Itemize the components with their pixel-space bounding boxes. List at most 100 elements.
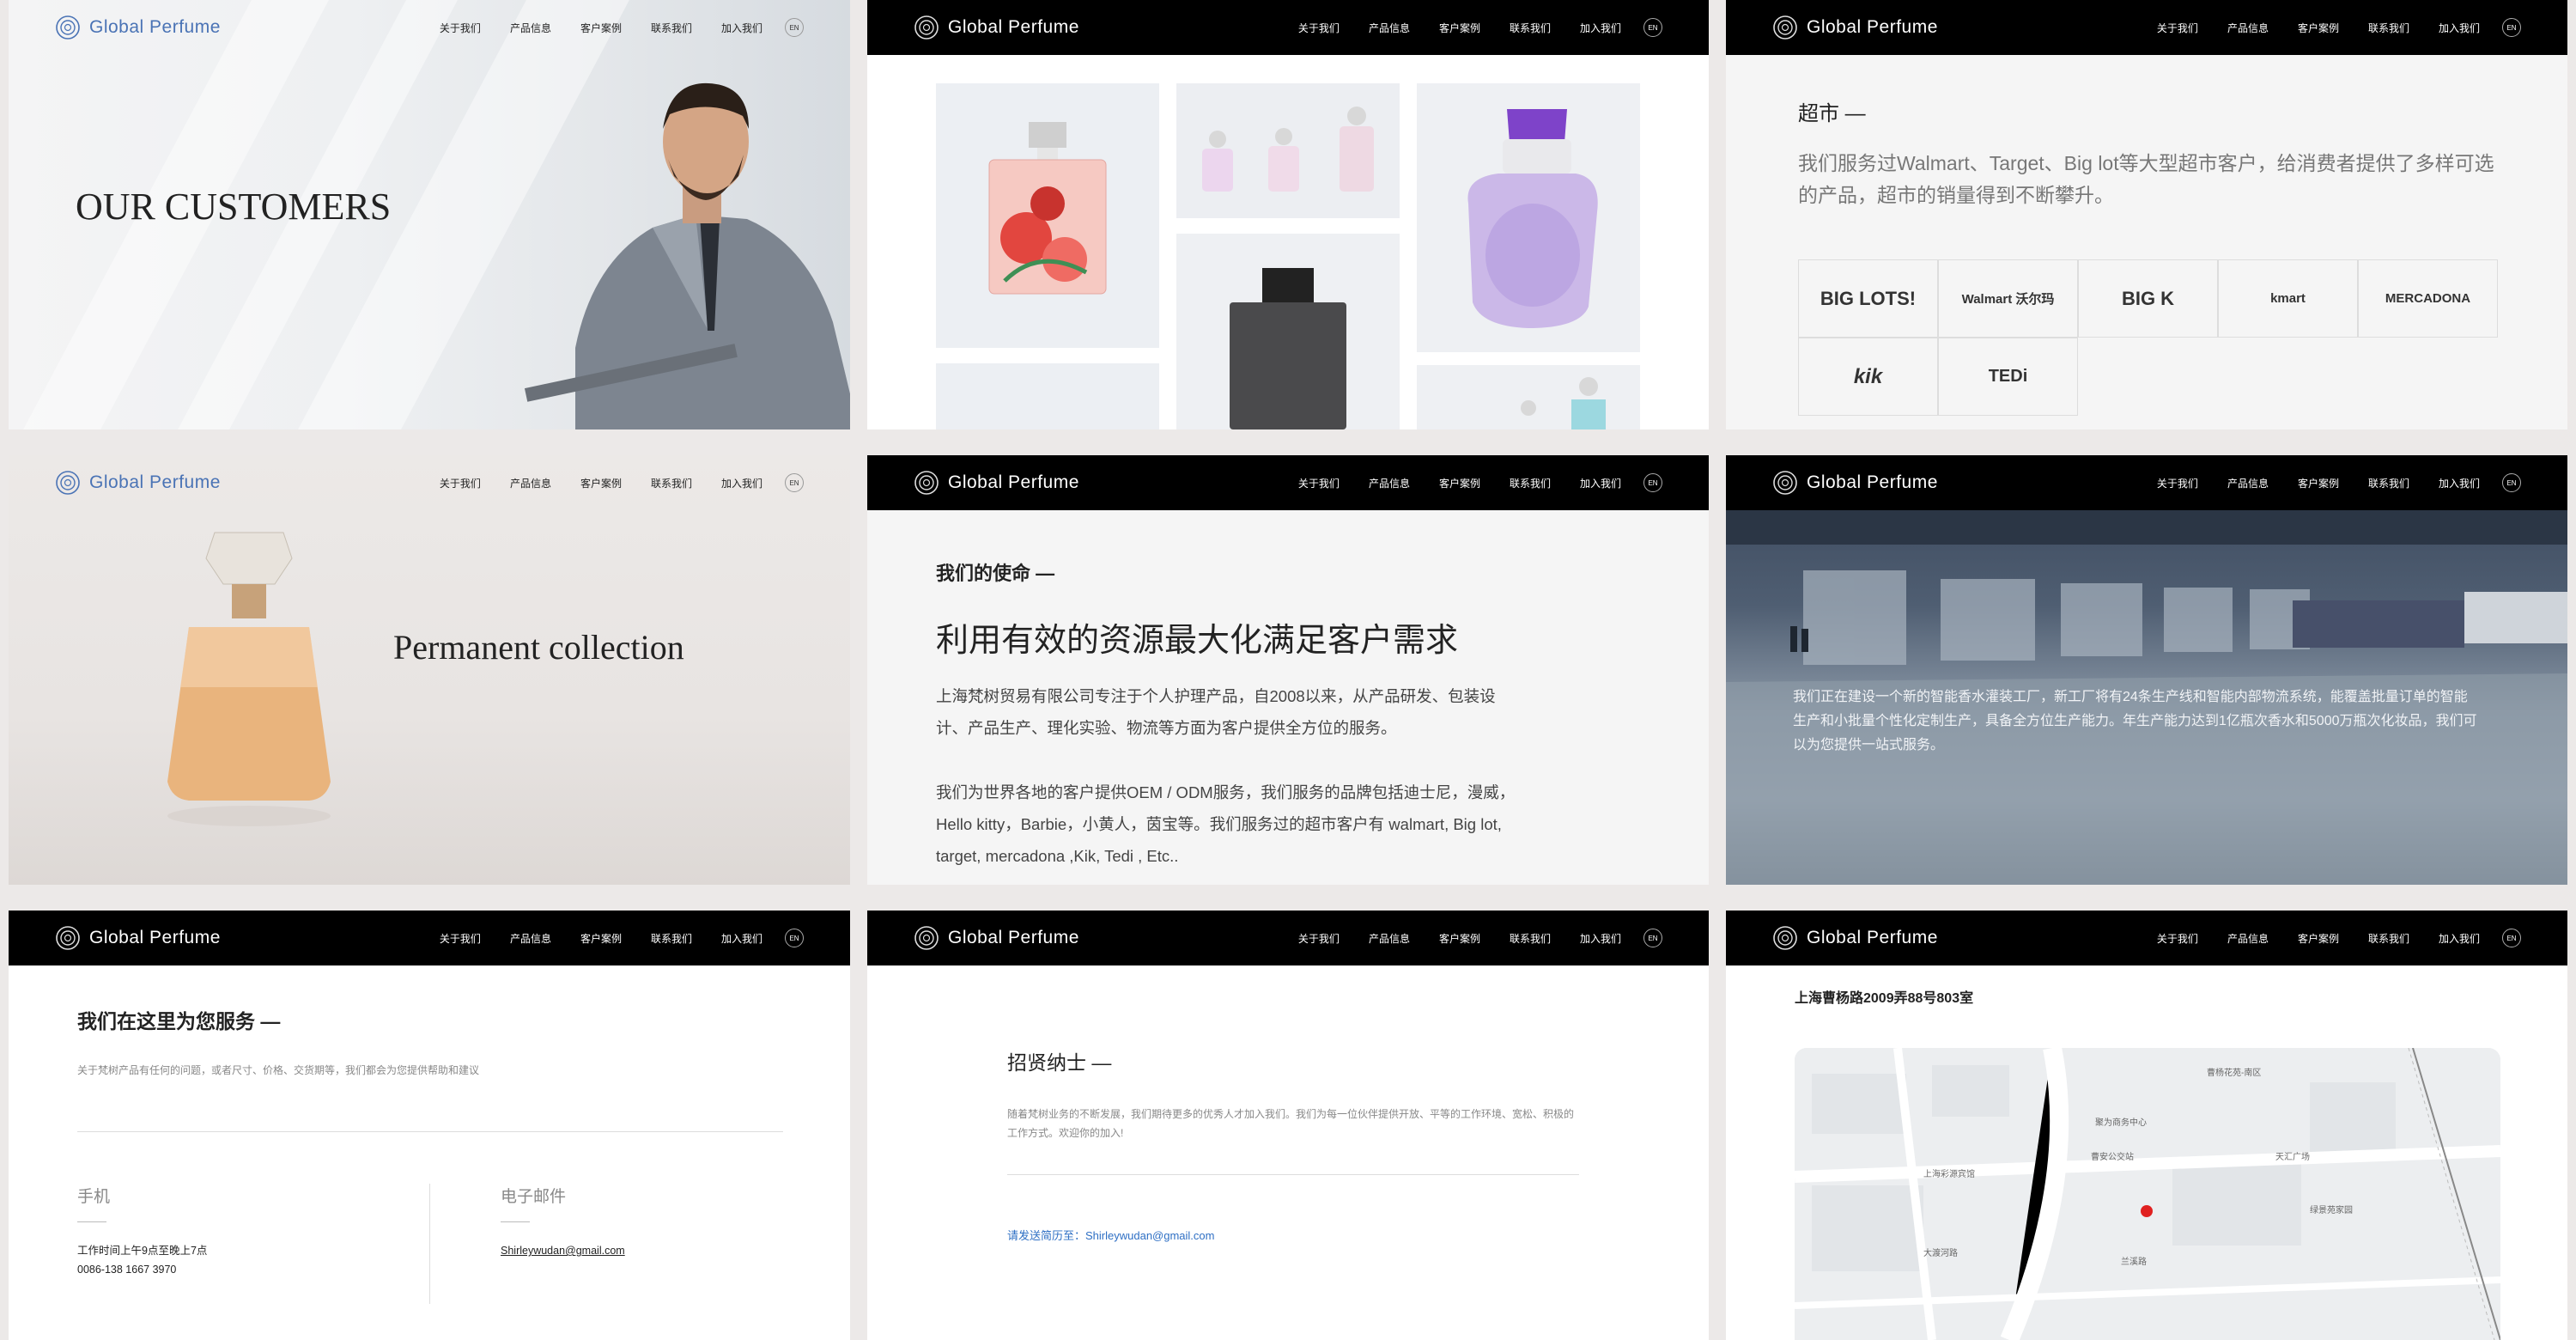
language-toggle[interactable]: EN (785, 473, 804, 492)
map-roads (1795, 1048, 2500, 1340)
nav-contact[interactable]: 联系我们 (1510, 476, 1551, 490)
panel-warehouse: Global Perfume 关于我们 产品信息 客户案例 联系我们 加入我们 … (1726, 455, 2567, 885)
product-tile-partial-blue[interactable] (1417, 365, 1640, 429)
nav-products[interactable]: 产品信息 (1369, 476, 1410, 490)
logo[interactable]: Global Perfume (55, 925, 221, 951)
logo-walmart: Walmart 沃尔玛 (1938, 259, 2078, 338)
logo-mercadona: MERCADONA (2358, 259, 2498, 338)
product-tile-purple-bottle[interactable] (1417, 83, 1640, 352)
nav-about[interactable]: 关于我们 (440, 931, 481, 946)
logo[interactable]: Global Perfume (55, 470, 221, 496)
nav-cases[interactable]: 客户案例 (2298, 476, 2339, 490)
product-tile-small-bottles[interactable] (1176, 83, 1400, 218)
nav-join[interactable]: 加入我们 (2439, 931, 2480, 946)
logo[interactable]: Global Perfume (914, 925, 1079, 951)
phone-number[interactable]: 0086-138 1667 3970 (77, 1260, 176, 1279)
language-toggle[interactable]: EN (2502, 473, 2521, 492)
nav-contact[interactable]: 联系我们 (1510, 21, 1551, 35)
nav-about[interactable]: 关于我们 (1298, 21, 1340, 35)
location-map[interactable]: 曹杨花苑-南区 聚为商务中心 天汇广场 绿景苑家园 上海彩源宾馆 曹安公交站 大… (1795, 1048, 2500, 1340)
brand-name: Global Perfume (89, 928, 221, 947)
nav-cases[interactable]: 客户案例 (580, 21, 622, 35)
language-toggle[interactable]: EN (1643, 473, 1662, 492)
product-tile-black-bottle[interactable] (1176, 234, 1400, 429)
logo[interactable]: Global Perfume (1772, 15, 1938, 40)
site-nav: Global Perfume 关于我们 产品信息 客户案例 联系我们 加入我们 … (1726, 911, 2567, 965)
nav-about[interactable]: 关于我们 (2157, 476, 2198, 490)
nav-about[interactable]: 关于我们 (2157, 931, 2198, 946)
nav-products[interactable]: 产品信息 (2227, 931, 2269, 946)
logo-spiral-icon (56, 471, 80, 495)
logo-kik: kik (1798, 338, 1938, 416)
nav-about[interactable]: 关于我们 (440, 21, 481, 35)
nav-cases[interactable]: 客户案例 (2298, 21, 2339, 35)
resume-email-link[interactable]: 请发送简历至：Shirleywudan@gmail.com (1007, 1227, 1214, 1243)
businessman-photo (524, 82, 850, 429)
language-toggle[interactable]: EN (1643, 929, 1662, 947)
nav-products[interactable]: 产品信息 (2227, 476, 2269, 490)
location-marker-icon[interactable] (2141, 1205, 2153, 1217)
phone-label: 手机 (77, 1188, 111, 1206)
panel-permanent-collection: Global Perfume 关于我们 产品信息 客户案例 联系我们 加入我们 … (9, 455, 850, 885)
nav-join[interactable]: 加入我们 (721, 476, 762, 490)
nav-products[interactable]: 产品信息 (1369, 931, 1410, 946)
nav-products[interactable]: 产品信息 (510, 931, 551, 946)
nav-contact[interactable]: 联系我们 (2368, 476, 2409, 490)
nav-join[interactable]: 加入我们 (721, 21, 762, 35)
nav-cases[interactable]: 客户案例 (1439, 476, 1480, 490)
nav-cases[interactable]: 客户案例 (1439, 21, 1480, 35)
language-toggle[interactable]: EN (1643, 18, 1662, 37)
email-link[interactable]: Shirleywudan@gmail.com (501, 1241, 625, 1260)
language-toggle[interactable]: EN (785, 929, 804, 947)
logo[interactable]: Global Perfume (55, 15, 221, 40)
product-tile-partial[interactable] (936, 363, 1159, 429)
nav-about[interactable]: 关于我们 (1298, 931, 1340, 946)
nav-join[interactable]: 加入我们 (2439, 21, 2480, 35)
nav-about[interactable]: 关于我们 (1298, 476, 1340, 490)
logo-spiral-icon (914, 15, 939, 40)
map-label: 聚为商务中心 (2095, 1118, 2147, 1128)
nav-products[interactable]: 产品信息 (510, 476, 551, 490)
logo[interactable]: Global Perfume (1772, 470, 1938, 496)
logo-spiral-icon (1773, 15, 1797, 40)
logo[interactable]: Global Perfume (914, 470, 1079, 496)
logo[interactable]: Global Perfume (1772, 925, 1938, 951)
language-toggle[interactable]: EN (2502, 929, 2521, 947)
nav-join[interactable]: 加入我们 (1580, 931, 1621, 946)
language-toggle[interactable]: EN (785, 18, 804, 37)
logo-spiral-icon (914, 471, 939, 495)
nav-join[interactable]: 加入我们 (1580, 476, 1621, 490)
recruitment-heading: 招贤纳士 — (1007, 1051, 1112, 1074)
map-label: 大渡河路 (1923, 1249, 1958, 1258)
nav-join[interactable]: 加入我们 (2439, 476, 2480, 490)
nav-contact[interactable]: 联系我们 (2368, 931, 2409, 946)
nav-cases[interactable]: 客户案例 (2298, 931, 2339, 946)
nav-contact[interactable]: 联系我们 (1510, 931, 1551, 946)
logo-spiral-icon (1773, 926, 1797, 950)
brand-name: Global Perfume (948, 472, 1079, 492)
nav-join[interactable]: 加入我们 (1580, 21, 1621, 35)
product-tile-floral-bottle[interactable] (936, 83, 1159, 348)
language-toggle[interactable]: EN (2502, 18, 2521, 37)
logo-bigk: BIG K (2078, 259, 2218, 338)
nav-cases[interactable]: 客户案例 (1439, 931, 1480, 946)
nav-cases[interactable]: 客户案例 (580, 931, 622, 946)
nav-menu: 关于我们 产品信息 客户案例 联系我们 加入我们 EN (440, 18, 804, 37)
nav-about[interactable]: 关于我们 (2157, 21, 2198, 35)
nav-join[interactable]: 加入我们 (721, 931, 762, 946)
logo[interactable]: Global Perfume (914, 15, 1079, 40)
nav-cases[interactable]: 客户案例 (580, 476, 622, 490)
nav-contact[interactable]: 联系我们 (651, 21, 692, 35)
map-label: 上海彩源宾馆 (1923, 1170, 1975, 1179)
nav-products[interactable]: 产品信息 (510, 21, 551, 35)
divider (77, 1131, 783, 1132)
nav-products[interactable]: 产品信息 (1369, 21, 1410, 35)
nav-contact[interactable]: 联系我们 (651, 931, 692, 946)
nav-contact[interactable]: 联系我们 (651, 476, 692, 490)
vertical-divider (429, 1184, 430, 1304)
nav-menu: 关于我们 产品信息 客户案例 联系我们 加入我们 EN (2157, 18, 2521, 37)
mission-statement: 利用有效的资源最大化满足客户需求 (936, 623, 1459, 659)
nav-contact[interactable]: 联系我们 (2368, 21, 2409, 35)
nav-products[interactable]: 产品信息 (2227, 21, 2269, 35)
nav-about[interactable]: 关于我们 (440, 476, 481, 490)
